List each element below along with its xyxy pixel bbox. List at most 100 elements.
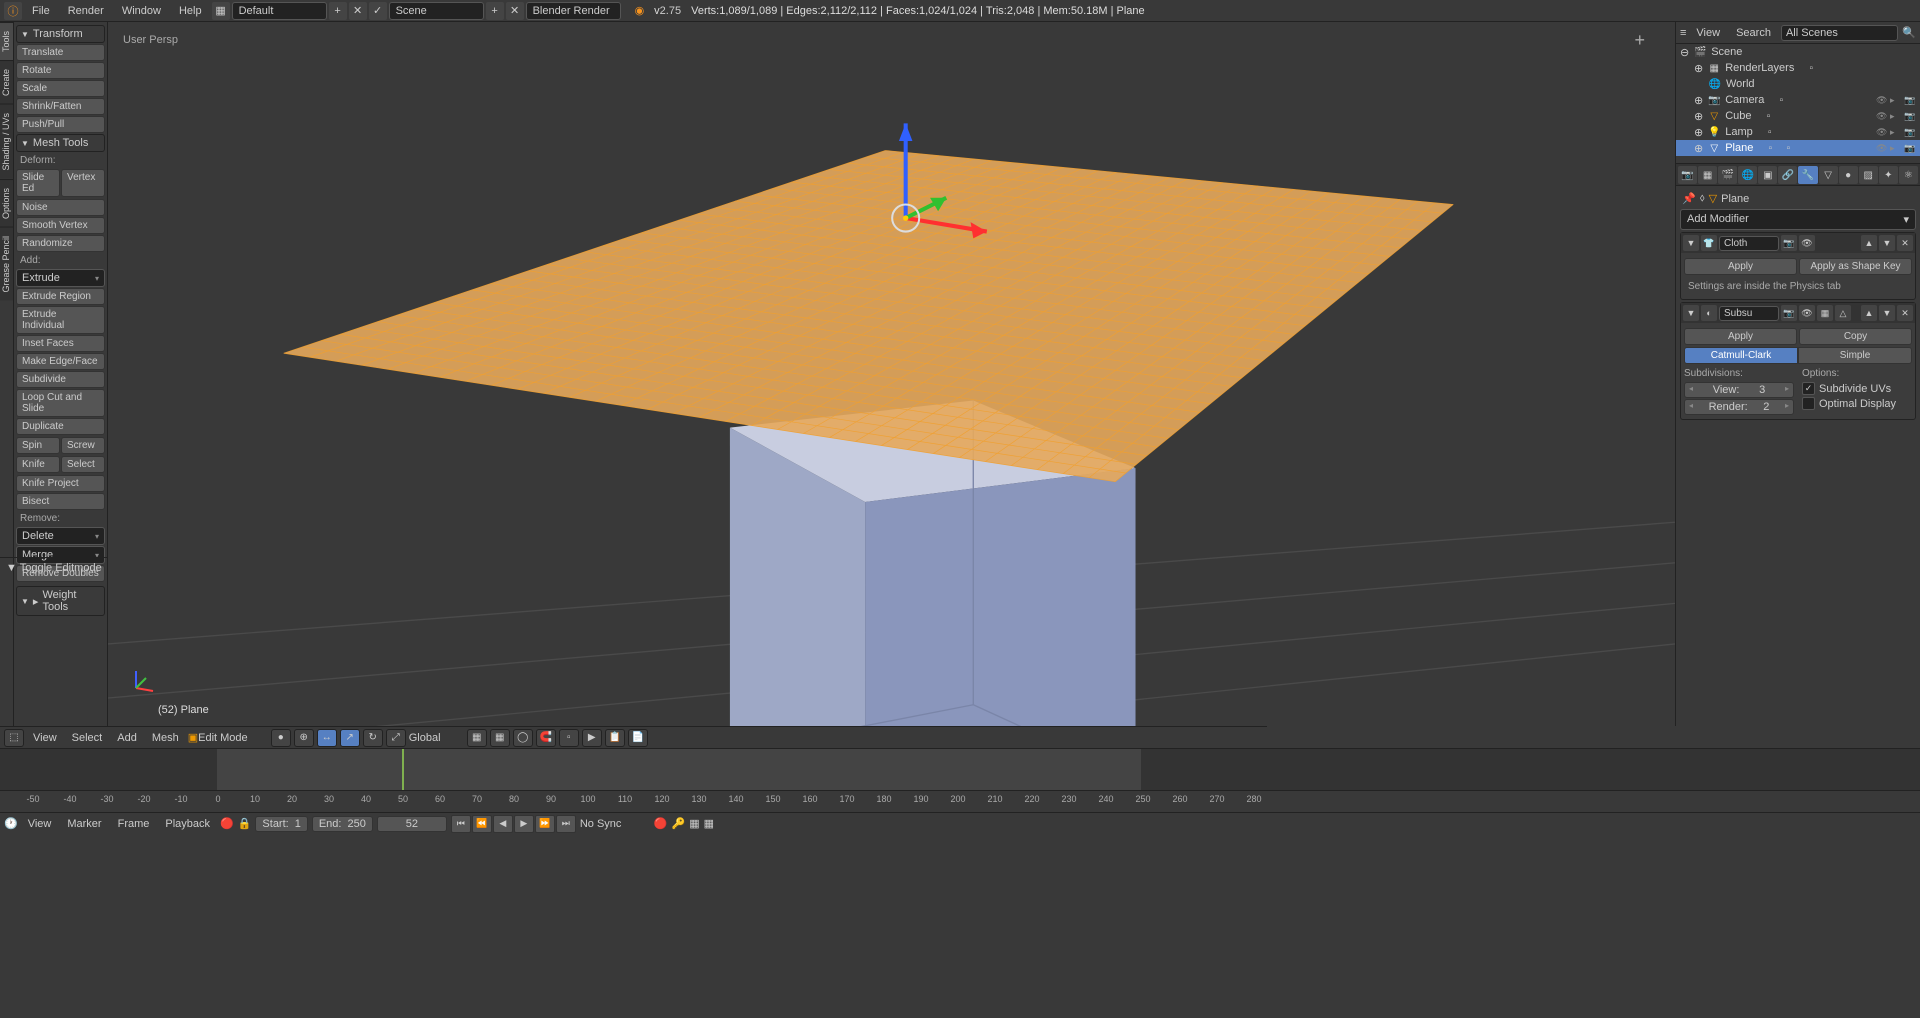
mode-dropdown[interactable]: ▣Edit Mode [188, 731, 268, 744]
prev-key-icon[interactable]: ⏪ [472, 815, 492, 833]
vtab-tools[interactable]: Tools [0, 22, 13, 60]
extrude-individual-button[interactable]: Extrude Individual [16, 306, 105, 334]
rotate-button[interactable]: Rotate [16, 62, 105, 79]
manipulator-toggle[interactable]: ↔ [317, 729, 337, 747]
menu-help[interactable]: Help [171, 5, 210, 17]
transform-panel-head[interactable]: Transform [16, 25, 105, 43]
mod-view-toggle[interactable]: 👁 [1799, 235, 1815, 251]
snap-type-icon[interactable]: ▫ [559, 729, 579, 747]
vtab-shading[interactable]: Shading / UVs [0, 104, 13, 179]
timeline-track[interactable] [0, 749, 1920, 791]
timeline-cursor[interactable] [402, 749, 404, 790]
current-frame-field[interactable]: 52 [377, 816, 447, 832]
optimal-display-check[interactable]: Optimal Display [1802, 396, 1912, 411]
insert-key-icon[interactable]: ▦ [689, 817, 699, 830]
vp-mesh-menu[interactable]: Mesh [146, 732, 185, 744]
smooth-vertex-button[interactable]: Smooth Vertex [16, 217, 105, 234]
translate-button[interactable]: Translate [16, 44, 105, 61]
paste-icon[interactable]: 📄 [628, 729, 648, 747]
mod-render-toggle[interactable]: 📷 [1781, 235, 1797, 251]
knife-project-button[interactable]: Knife Project [16, 475, 105, 492]
outliner-search-icon[interactable]: 🔍 [1902, 26, 1916, 39]
mod-up-icon[interactable]: ▲ [1861, 235, 1877, 251]
tl-marker-menu[interactable]: Marker [61, 818, 107, 830]
layers-icon[interactable]: ▦ [467, 729, 487, 747]
vp-add-menu[interactable]: Add [111, 732, 143, 744]
orientation-dropdown[interactable]: Global [409, 732, 464, 744]
delete-key-icon[interactable]: ▦ [704, 817, 714, 830]
prop-tab-object[interactable]: ▣ [1758, 166, 1777, 184]
mod-remove-icon[interactable]: ✕ [1897, 235, 1913, 251]
spin-button[interactable]: Spin [16, 437, 60, 454]
cloth-apply-shape-button[interactable]: Apply as Shape Key [1799, 258, 1912, 275]
outliner-camera[interactable]: ⊕📷Camera▫👁▸📷 [1676, 92, 1920, 108]
prop-tab-modifiers[interactable]: 🔧 [1798, 166, 1817, 184]
timeline-ruler[interactable]: -50-40-30-20-100102030405060708090100110… [0, 791, 1920, 811]
prop-tab-particles[interactable]: ✦ [1879, 166, 1898, 184]
play-icon[interactable]: ▶ [514, 815, 534, 833]
extrude-region-button[interactable]: Extrude Region [16, 288, 105, 305]
editor-type-icon[interactable]: ⓘ [4, 2, 22, 20]
render-subdiv-field[interactable]: Render:2 [1684, 399, 1794, 415]
manipulator-rotate[interactable]: ↻ [363, 729, 383, 747]
scene-dropdown[interactable]: Scene [389, 2, 484, 20]
manipulator-translate[interactable]: ↗ [340, 729, 360, 747]
editor-type-icon[interactable]: ⬚ [4, 729, 24, 747]
prop-tab-render[interactable]: 📷 [1678, 166, 1697, 184]
add-scene-icon[interactable]: + [486, 2, 504, 20]
loopcut-button[interactable]: Loop Cut and Slide [16, 389, 105, 417]
prop-tab-scene[interactable]: 🎬 [1718, 166, 1737, 184]
auto-keyframe-icon[interactable]: 🔴 [220, 817, 234, 830]
proportional-icon[interactable]: ◯ [513, 729, 533, 747]
mod-collapse-icon[interactable]: ▼ [1683, 305, 1699, 321]
snap-icon[interactable]: 🧲 [536, 729, 556, 747]
slide-edge-button[interactable]: Slide Ed [16, 169, 60, 197]
start-frame-field[interactable]: Start:1 [255, 816, 307, 832]
outliner-renderlayers[interactable]: ⊕▦RenderLayers▫ [1676, 60, 1920, 76]
outliner-plane[interactable]: ⊕▽Plane▫▫👁▸📷 [1676, 140, 1920, 156]
sync-dropdown[interactable]: No Sync [580, 818, 650, 830]
subsurf-apply-button[interactable]: Apply [1684, 328, 1797, 345]
prop-tab-world[interactable]: 🌐 [1738, 166, 1757, 184]
prop-tab-physics[interactable]: ⚛ [1899, 166, 1918, 184]
menu-window[interactable]: Window [114, 5, 169, 17]
extrude-dropdown[interactable]: Extrude [16, 269, 105, 287]
bisect-button[interactable]: Bisect [16, 493, 105, 510]
prop-tab-material[interactable]: ● [1839, 166, 1858, 184]
subsurf-name-field[interactable] [1719, 306, 1779, 321]
pin-icon[interactable]: 📌 [1682, 192, 1696, 205]
play-reverse-icon[interactable]: ◀ [493, 815, 513, 833]
remove-scene-icon[interactable]: ✕ [506, 2, 524, 20]
mod-edit-toggle[interactable]: ▦ [1817, 305, 1833, 321]
scale-button[interactable]: Scale [16, 80, 105, 97]
vtab-create[interactable]: Create [0, 60, 13, 104]
view-subdiv-field[interactable]: View:3 [1684, 382, 1794, 398]
remove-layout-icon[interactable]: ✕ [349, 2, 367, 20]
screw-button[interactable]: Screw [61, 437, 105, 454]
select-button[interactable]: Select [61, 456, 105, 473]
add-layout-icon[interactable]: + [329, 2, 347, 20]
vertex-button[interactable]: Vertex [61, 169, 105, 197]
menu-render[interactable]: Render [60, 5, 112, 17]
outliner-scene[interactable]: ⊖🎬Scene [1676, 44, 1920, 60]
vp-select-menu[interactable]: Select [66, 732, 109, 744]
duplicate-button[interactable]: Duplicate [16, 418, 105, 435]
delete-dropdown[interactable]: Delete [16, 527, 105, 545]
layers-icon-2[interactable]: ▦ [490, 729, 510, 747]
render-preview-icon[interactable]: ▶ [582, 729, 602, 747]
add-modifier-button[interactable]: Add Modifier▾ [1680, 209, 1916, 230]
outliner-editor-icon[interactable]: ≡ [1680, 27, 1686, 39]
outliner-filter-dropdown[interactable]: All Scenes [1781, 25, 1898, 41]
copy-icon[interactable]: 📋 [605, 729, 625, 747]
jump-end-icon[interactable]: ⏭ [556, 815, 576, 833]
subdivide-uvs-check[interactable]: ✓Subdivide UVs [1802, 381, 1912, 396]
scene-icon[interactable]: ✓ [369, 2, 387, 20]
mod-down-icon[interactable]: ▼ [1879, 305, 1895, 321]
mod-render-toggle[interactable]: 📷 [1781, 305, 1797, 321]
vp-view-menu[interactable]: View [27, 732, 63, 744]
subdivide-button[interactable]: Subdivide [16, 371, 105, 388]
timeline-editor-icon[interactable]: 🕐 [4, 817, 18, 830]
prop-tab-texture[interactable]: ▨ [1859, 166, 1878, 184]
outliner[interactable]: ⊖🎬Scene ⊕▦RenderLayers▫ 🌐World ⊕📷Camera▫… [1676, 44, 1920, 164]
subsurf-copy-button[interactable]: Copy [1799, 328, 1912, 345]
